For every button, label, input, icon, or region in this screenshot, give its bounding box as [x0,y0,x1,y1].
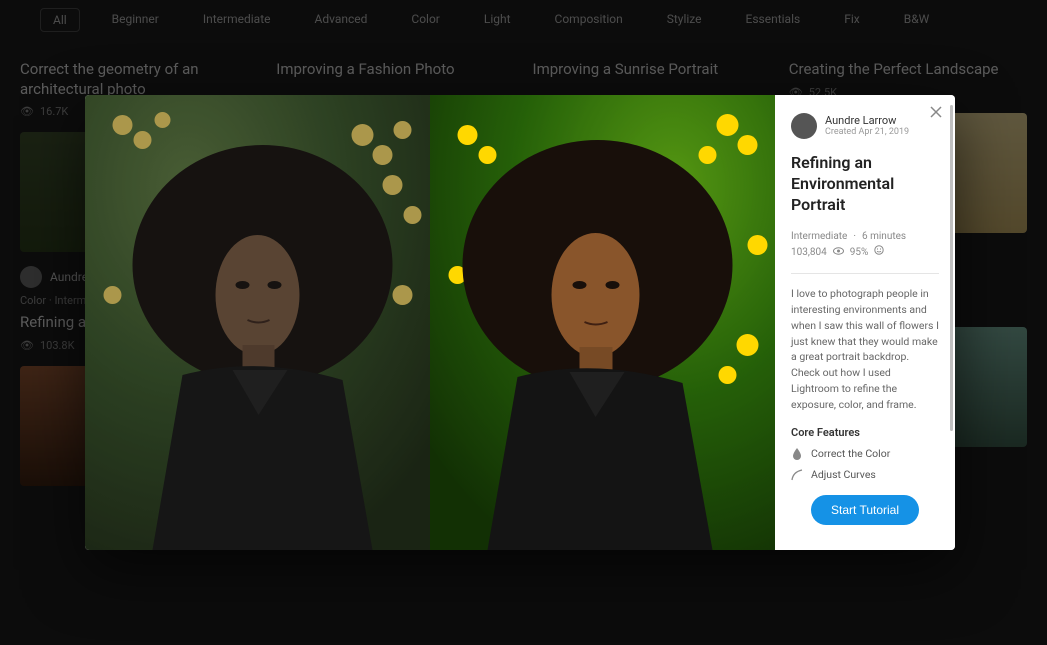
tab-composition[interactable]: Composition [543,8,635,32]
author-row: Aundre Larrow Created Apr 21, 2019 [791,113,939,139]
tutorial-meta: Intermediate · 6 minutes 103,804 95% [791,229,939,261]
tab-essentials[interactable]: Essentials [734,8,813,32]
feature-label: Adjust Curves [811,468,876,481]
feature-label: Correct the Color [811,447,890,460]
after-image [430,95,775,550]
tutorial-modal: Aundre Larrow Created Apr 21, 2019 Refin… [85,95,955,550]
curves-icon [791,469,803,481]
liked-percent: 95% [850,245,869,261]
feature-item: Correct the Color [791,447,939,460]
tab-color[interactable]: Color [399,8,451,32]
card-title: Correct the geometry of an architectural… [20,60,258,99]
tab-fix[interactable]: Fix [832,8,872,32]
close-button[interactable] [927,103,945,121]
author-name: Aundre Larrow [825,114,909,127]
tab-beginner[interactable]: Beginner [100,8,171,32]
card-title: Improving a Fashion Photo [276,60,514,80]
tab-advanced[interactable]: Advanced [303,8,380,32]
author-name: Aundre [50,270,88,284]
start-tutorial-button[interactable]: Start Tutorial [811,495,919,525]
tab-all[interactable]: All [40,8,80,32]
category-tabs: All Beginner Intermediate Advanced Color… [20,0,1027,40]
core-features-heading: Core Features [791,426,939,439]
duration-label: 6 minutes [862,229,906,245]
color-icon [791,448,803,460]
close-icon [930,106,942,118]
card-title: Creating the Perfect Landscape [789,60,1027,80]
scroll-thumb[interactable] [950,105,953,431]
divider [791,273,939,274]
tutorial-details-panel: Aundre Larrow Created Apr 21, 2019 Refin… [775,95,955,550]
feature-item: Adjust Curves [791,468,939,481]
created-date: Created Apr 21, 2019 [825,127,909,138]
scrollbar[interactable] [950,105,953,540]
smile-icon [874,245,884,261]
before-after-image [85,95,775,550]
tab-intermediate[interactable]: Intermediate [191,8,283,32]
before-image [85,95,430,550]
tab-light[interactable]: Light [472,8,523,32]
views-icon [833,245,844,261]
tutorial-description: I love to photograph people in interesti… [791,286,939,412]
author-avatar [791,113,817,139]
tutorial-title: Refining an Environmental Portrait [791,153,939,215]
card-title: Improving a Sunrise Portrait [533,60,771,80]
tab-bw[interactable]: B&W [892,8,942,32]
views-count: 103,804 [791,245,827,261]
level-label: Intermediate [791,229,847,245]
tab-stylize[interactable]: Stylize [655,8,714,32]
author-avatar [20,266,42,288]
